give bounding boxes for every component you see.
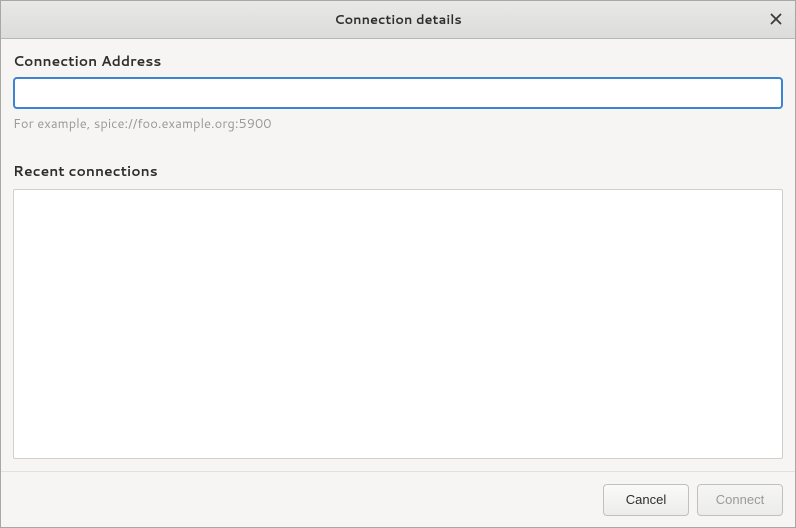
cancel-button[interactable]: Cancel — [603, 484, 689, 516]
titlebar: Connection details — [1, 1, 795, 39]
connection-address-input[interactable] — [13, 77, 783, 109]
titlebar-title: Connection details — [334, 11, 462, 29]
recent-connections-label: Recent connections — [13, 161, 783, 181]
connect-button[interactable]: Connect — [697, 484, 783, 516]
connection-address-hint: For example, spice://foo.example.org:590… — [13, 115, 783, 133]
content-area: Connection Address For example, spice://… — [1, 39, 795, 471]
footer: Cancel Connect — [1, 471, 795, 527]
recent-connections-list[interactable] — [13, 189, 783, 459]
close-button[interactable] — [765, 9, 787, 31]
connection-address-label: Connection Address — [13, 51, 783, 71]
close-icon — [770, 10, 782, 30]
